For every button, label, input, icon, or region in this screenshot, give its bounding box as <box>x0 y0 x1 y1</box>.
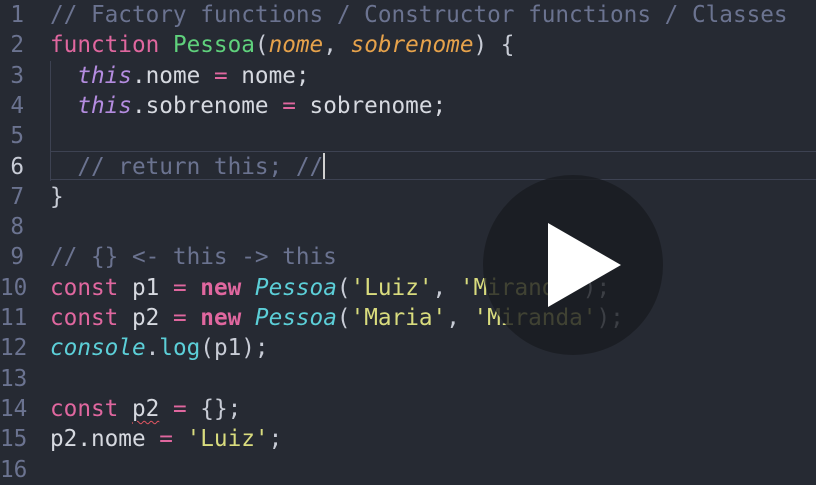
token-keyword: const <box>50 274 132 301</box>
token-punct: ( <box>336 305 351 331</box>
token-keyword: new <box>200 305 255 331</box>
token-operator: = <box>213 62 228 89</box>
token-console: console <box>50 335 146 362</box>
code-line[interactable]: 11const p2 = new Pessoa('Maria', 'Mirand… <box>0 303 816 333</box>
line-number: 11 <box>0 305 28 331</box>
line-code: this.nome = nome; <box>50 61 310 91</box>
code-line[interactable]: 10const p1 = new Pessoa('Luiz', 'Miranda… <box>0 273 816 303</box>
token-keyword: function <box>50 32 173 59</box>
code-line[interactable]: 16 <box>0 455 816 485</box>
line-number: 1 <box>10 2 24 28</box>
code-line[interactable]: 7} <box>0 182 816 212</box>
code-line[interactable]: 4 this.sobrenome = sobrenome; <box>0 91 816 121</box>
code-line[interactable]: 5 <box>0 121 816 151</box>
line-number: 7 <box>10 183 24 210</box>
line-number: 14 <box>0 395 28 422</box>
line-code: // return this; // <box>50 152 323 182</box>
token-punct: ) { <box>473 32 515 59</box>
play-button[interactable] <box>483 175 663 355</box>
token-punct: (p1); <box>200 335 269 362</box>
line-number: 13 <box>0 365 28 392</box>
token-string: 'Maria' <box>350 305 447 331</box>
token-function: Pessoa <box>172 32 255 59</box>
token-plain: p2 <box>131 305 173 331</box>
token-operator: = <box>282 92 296 119</box>
line-number: 10 <box>0 274 28 301</box>
line-number: 2 <box>10 32 24 59</box>
line-number: 4 <box>10 92 24 119</box>
token-plain: sobrenome; <box>295 92 447 119</box>
token-punct: , <box>432 274 460 301</box>
token-punct: , <box>446 305 474 331</box>
token-this: this <box>77 62 132 89</box>
code-line[interactable]: 9 // {} <- this -> this <box>0 242 816 272</box>
token-plain: nome; <box>227 62 310 89</box>
line-number: 5 <box>10 123 24 150</box>
token-operator: = <box>159 426 187 453</box>
code-editor[interactable]: 1 // Factory functions / Constructor func… <box>0 0 816 483</box>
token-plain: p2 <box>131 395 160 422</box>
token-punct: . <box>145 335 160 362</box>
token-operator: = <box>172 305 201 331</box>
token-plain: .sobrenome <box>131 92 283 119</box>
token-string: 'Luiz' <box>186 426 269 453</box>
line-code: console.log(p1); <box>50 333 269 363</box>
token-param: nome <box>268 32 324 59</box>
token-plain: .nome <box>131 62 214 89</box>
token-keyword: const <box>50 305 132 331</box>
token-punct: } <box>50 183 64 210</box>
token-plain: p1 <box>131 274 173 301</box>
line-code: const p2 = {}; <box>50 394 241 424</box>
token-comment: // Factory functions / Constructor funct… <box>50 2 788 28</box>
line-code: // Factory functions / Constructor funct… <box>50 0 788 30</box>
token-punct: ; <box>268 426 283 453</box>
line-number: 16 <box>0 456 28 483</box>
token-punct: ( <box>254 32 269 59</box>
line-number: 9 <box>10 244 24 271</box>
line-code: } <box>50 182 64 212</box>
token-class: Pessoa <box>254 274 337 301</box>
token-keyword: const <box>50 395 132 422</box>
code-line[interactable]: 6 // return this; // <box>0 152 816 182</box>
line-number: 8 <box>10 214 24 241</box>
token-punct: , <box>323 32 351 59</box>
token-comment: // return this; // <box>50 153 324 180</box>
token-param: sobrenome <box>350 32 474 59</box>
line-code: this.sobrenome = sobrenome; <box>50 91 446 121</box>
line-code: p2.nome = 'Luiz'; <box>50 424 282 454</box>
token-operator: = <box>172 395 201 422</box>
text-cursor <box>323 153 325 179</box>
token-class: Pessoa <box>254 305 337 331</box>
line-code: function Pessoa(nome, sobrenome) { <box>50 30 514 60</box>
code-line[interactable]: 3 this.nome = nome; <box>0 61 816 91</box>
token-method: log <box>159 335 201 362</box>
code-line[interactable]: 13 <box>0 364 816 394</box>
play-icon <box>548 223 621 307</box>
code-line[interactable]: 14 const p2 = {}; <box>0 394 816 424</box>
line-number: 15 <box>0 426 28 453</box>
token-comment: // {} <- this -> this <box>50 244 337 271</box>
token-punct: ( <box>336 274 351 301</box>
code-line[interactable]: 8 <box>0 212 816 242</box>
code-line[interactable]: 2 function Pessoa(nome, sobrenome) { <box>0 30 816 60</box>
code-line[interactable]: 1 // Factory functions / Constructor func… <box>0 0 816 30</box>
token-punct: {}; <box>200 395 242 422</box>
code-line[interactable]: 12 console.log(p1); <box>0 333 816 363</box>
token-string: 'Luiz' <box>350 274 433 301</box>
token-this: this <box>77 92 132 119</box>
line-number: 12 <box>0 335 28 362</box>
token-plain: p2.nome <box>50 426 160 453</box>
token-operator: = <box>172 274 201 301</box>
line-number: 6 <box>10 153 24 180</box>
line-code: // {} <- this -> this <box>50 242 337 272</box>
line-number: 3 <box>10 62 24 89</box>
code-line[interactable]: 15 p2.nome = 'Luiz'; <box>0 424 816 454</box>
token-keyword: new <box>200 274 255 301</box>
